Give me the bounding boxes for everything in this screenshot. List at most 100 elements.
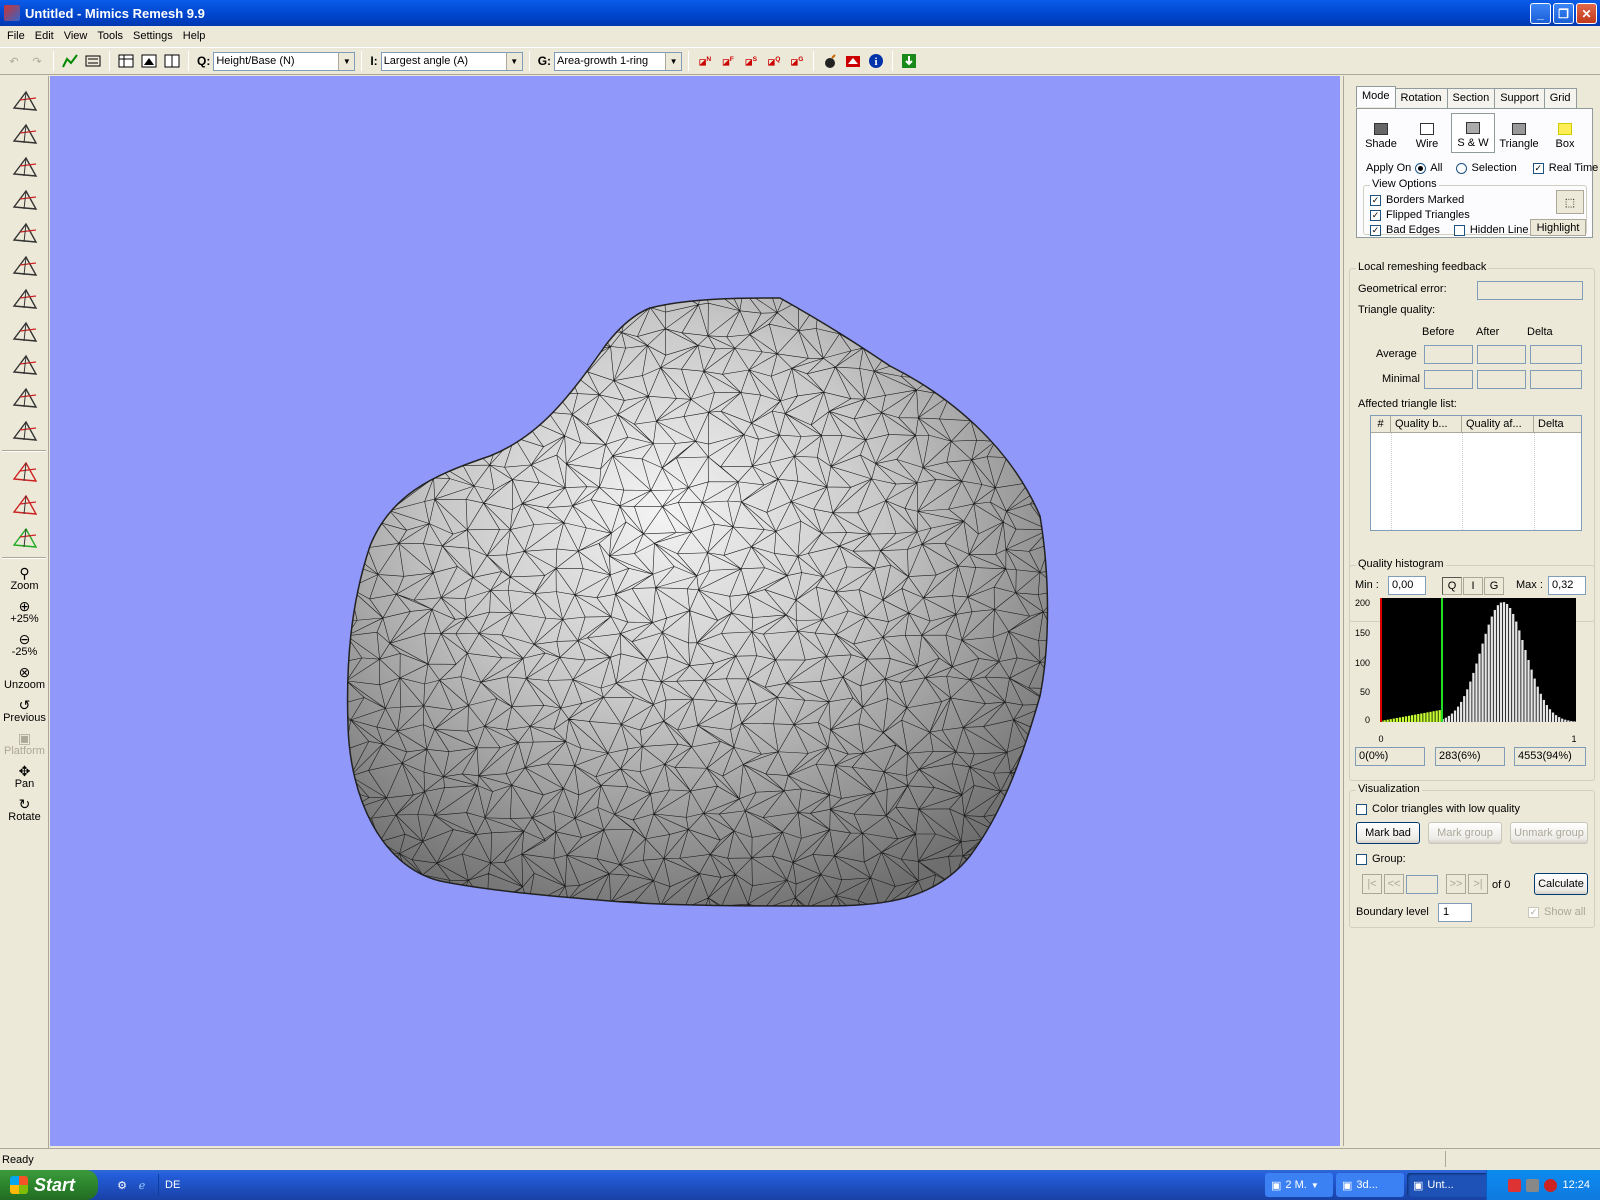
- filter-n-icon[interactable]: ◪N: [695, 51, 715, 71]
- maximize-button[interactable]: ❐: [1553, 3, 1574, 24]
- quality-graph-icon[interactable]: [60, 51, 80, 71]
- borders-marked-checkbox[interactable]: ✓: [1370, 194, 1381, 206]
- menu-tools[interactable]: Tools: [92, 30, 128, 42]
- menu-help[interactable]: Help: [178, 30, 211, 42]
- sw-mode-button[interactable]: S & W: [1451, 113, 1495, 153]
- apply-all-radio[interactable]: [1415, 162, 1427, 174]
- col-header-delta[interactable]: Delta: [1534, 416, 1581, 432]
- tab-support[interactable]: Support: [1494, 88, 1545, 109]
- group-index-field[interactable]: [1406, 875, 1438, 894]
- q-measure-select[interactable]: Height/Base (N) ▼: [213, 51, 356, 71]
- nav-tool-previous[interactable]: ↺ Previous: [0, 694, 49, 727]
- table-icon[interactable]: [116, 51, 136, 71]
- redo-icon[interactable]: ↷: [27, 51, 47, 71]
- hist-q-button[interactable]: Q: [1442, 577, 1462, 595]
- nav-tool-pan[interactable]: ✥ Pan: [0, 760, 49, 793]
- hidden-line-checkbox[interactable]: [1453, 224, 1465, 236]
- split-view-icon[interactable]: [162, 51, 182, 71]
- auto-remesh-icon[interactable]: [0, 84, 49, 117]
- filter-f-icon[interactable]: ◪F: [718, 51, 738, 71]
- 3d-viewport[interactable]: [50, 76, 1340, 1146]
- calculate-button[interactable]: Calculate: [1534, 873, 1588, 895]
- boundary-level-input[interactable]: 1: [1438, 903, 1472, 922]
- quality-remesh-icon[interactable]: [0, 381, 49, 414]
- exit-remesh-icon[interactable]: [899, 51, 919, 71]
- nav-tool-rotate[interactable]: ↻ Rotate: [0, 793, 49, 826]
- hist-min-input[interactable]: 0,00: [1388, 576, 1426, 595]
- apply-selection-radio[interactable]: [1456, 162, 1468, 174]
- filter-q-icon[interactable]: ◪Q: [764, 51, 784, 71]
- show-all-checkbox[interactable]: ✓: [1528, 906, 1539, 918]
- first-group-button[interactable]: |<: [1362, 874, 1382, 894]
- hist-max-input[interactable]: 0,32: [1548, 576, 1586, 595]
- export-icon[interactable]: [843, 51, 863, 71]
- nav-tool-25[interactable]: ⊕ +25%: [0, 595, 49, 628]
- shade-mode-button[interactable]: Shade: [1359, 113, 1403, 153]
- wire-mode-button[interactable]: Wire: [1405, 113, 1449, 153]
- merge-triangles-icon[interactable]: [0, 348, 49, 381]
- mark-bad-button[interactable]: Mark bad: [1356, 822, 1420, 844]
- nav-tool-unzoom[interactable]: ⊗ Unzoom: [0, 661, 49, 694]
- col-header-quality-before[interactable]: Quality b...: [1391, 416, 1462, 432]
- quicklaunch-app-icon[interactable]: ⚙: [112, 1175, 132, 1195]
- hist-g-button[interactable]: G: [1484, 577, 1504, 595]
- prev-group-button[interactable]: <<: [1384, 874, 1404, 894]
- ie-icon[interactable]: ℯ: [132, 1175, 152, 1195]
- real-time-checkbox[interactable]: ✓: [1532, 162, 1544, 174]
- box-mode-button[interactable]: Box: [1543, 113, 1587, 153]
- next-group-button[interactable]: >>: [1446, 874, 1466, 894]
- bad-edges-checkbox[interactable]: ✓: [1370, 224, 1381, 236]
- swap-edge-icon[interactable]: [0, 216, 49, 249]
- start-button[interactable]: Start: [0, 1170, 98, 1200]
- reduce-icon[interactable]: [0, 150, 49, 183]
- clock[interactable]: 12:24: [1562, 1179, 1590, 1191]
- task-button-untitled[interactable]: ▣ Unt...: [1407, 1173, 1489, 1197]
- add-triangle-icon[interactable]: [0, 455, 49, 488]
- i-measure-select[interactable]: Largest angle (A) ▼: [380, 51, 523, 71]
- g-measure-select[interactable]: Area-growth 1-ring ▼: [554, 51, 683, 71]
- parameters-icon[interactable]: [83, 51, 103, 71]
- tray-security-icon[interactable]: [1544, 1178, 1558, 1192]
- collapse-edge-icon[interactable]: [0, 249, 49, 282]
- menu-view[interactable]: View: [59, 30, 93, 42]
- col-header-index[interactable]: #: [1371, 416, 1391, 432]
- tab-section[interactable]: Section: [1446, 88, 1496, 109]
- triangle-mode-button[interactable]: Triangle: [1497, 113, 1541, 153]
- tab-mode[interactable]: Mode: [1356, 86, 1396, 107]
- close-button[interactable]: ✕: [1576, 3, 1597, 24]
- nav-tool-25[interactable]: ⊖ -25%: [0, 628, 49, 661]
- flipped-triangles-checkbox[interactable]: ✓: [1370, 209, 1381, 221]
- task-button-3d[interactable]: ▣ 3d...: [1336, 1173, 1404, 1197]
- minimize-button[interactable]: _: [1530, 3, 1551, 24]
- task-button-2m[interactable]: ▣ 2 M. ▼: [1265, 1173, 1333, 1197]
- filter-g-icon[interactable]: ◪G: [787, 51, 807, 71]
- mark-triangle-icon[interactable]: [0, 521, 49, 554]
- affected-triangle-table[interactable]: # Quality b... Quality af... Delta: [1370, 415, 1582, 531]
- menu-edit[interactable]: Edit: [30, 30, 59, 42]
- nav-tool-platform[interactable]: ▣ Platform: [0, 727, 49, 760]
- cube-view-button[interactable]: ⬚: [1556, 190, 1584, 214]
- nav-tool-zoom[interactable]: ⚲ Zoom: [0, 562, 49, 595]
- col-header-quality-after[interactable]: Quality af...: [1462, 416, 1534, 432]
- cut-icon[interactable]: [0, 414, 49, 447]
- color-low-quality-checkbox[interactable]: [1356, 803, 1367, 815]
- bomb-icon[interactable]: [820, 51, 840, 71]
- filter-s-icon[interactable]: ◪S: [741, 51, 761, 71]
- language-indicator[interactable]: DE: [165, 1179, 180, 1191]
- group-checkbox[interactable]: [1356, 853, 1367, 865]
- undo-icon[interactable]: ↶: [4, 51, 24, 71]
- split-edge-icon[interactable]: [0, 282, 49, 315]
- smooth-icon[interactable]: [0, 117, 49, 150]
- menu-file[interactable]: File: [2, 30, 30, 42]
- tray-network-icon[interactable]: [1508, 1178, 1522, 1192]
- tab-grid[interactable]: Grid: [1543, 88, 1577, 109]
- menu-settings[interactable]: Settings: [128, 30, 178, 42]
- histogram-chart[interactable]: 200 150 100 50 0 0 1: [1350, 598, 1590, 748]
- mesh-model[interactable]: [50, 76, 1340, 1146]
- info-icon[interactable]: i: [866, 51, 886, 71]
- highlight-button[interactable]: Highlight: [1530, 219, 1586, 236]
- tray-volume-icon[interactable]: [1526, 1178, 1540, 1192]
- refine-icon[interactable]: [0, 183, 49, 216]
- last-group-button[interactable]: >|: [1468, 874, 1488, 894]
- split-triangle-icon[interactable]: [0, 315, 49, 348]
